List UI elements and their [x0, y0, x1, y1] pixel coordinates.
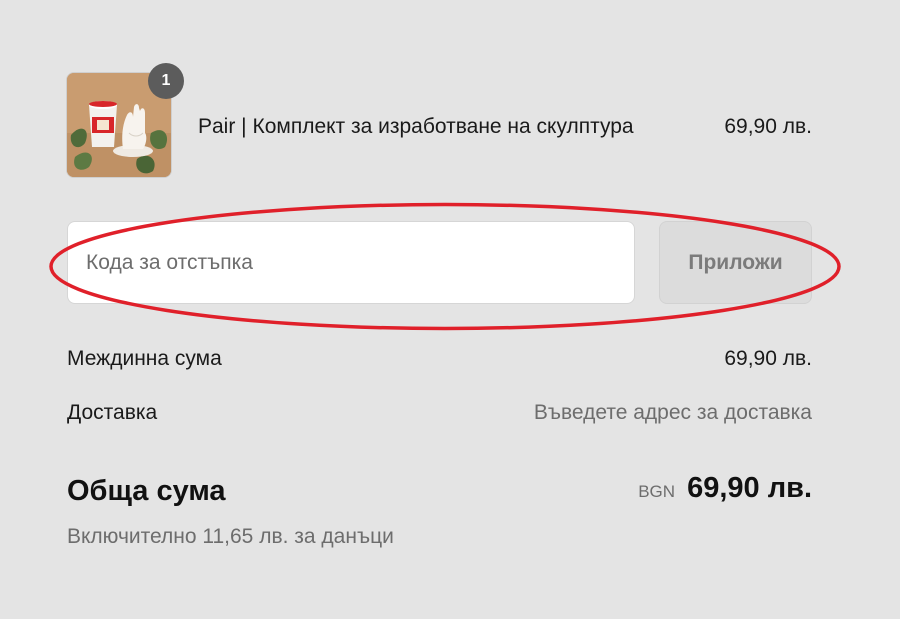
- product-name: Pair | Комплект за изработване на скулпт…: [198, 115, 634, 138]
- shipping-label: Доставка: [67, 401, 158, 424]
- total-row: Обща сума BGN 69,90 лв.: [67, 472, 812, 510]
- shipping-value: Въведете адрес за доставка: [533, 401, 812, 424]
- subtotal-value: 69,90 лв.: [724, 347, 812, 370]
- shipping-row: Доставка Въведете адрес за доставка: [67, 400, 812, 426]
- quantity-badge: 1: [148, 63, 184, 99]
- total-amount-group: BGN 69,90 лв.: [638, 472, 812, 505]
- tax-note: Включително 11,65 лв. за данъци: [67, 525, 394, 548]
- order-summary: 1 Pair | Комплект за изработване на скул…: [0, 0, 900, 619]
- total-amount: 69,90 лв.: [687, 472, 812, 504]
- line-item: 1 Pair | Комплект за изработване на скул…: [66, 63, 812, 178]
- subtotal-row: Междинна сума 69,90 лв.: [67, 346, 812, 372]
- total-label: Обща сума: [67, 475, 226, 507]
- discount-code-input[interactable]: [67, 221, 635, 304]
- product-price: 69,90 лв.: [724, 115, 812, 138]
- product-thumbnail-wrapper: 1: [66, 63, 184, 178]
- currency-code: BGN: [638, 482, 676, 501]
- subtotal-label: Междинна сума: [67, 347, 222, 370]
- apply-discount-button[interactable]: Приложи: [659, 221, 812, 304]
